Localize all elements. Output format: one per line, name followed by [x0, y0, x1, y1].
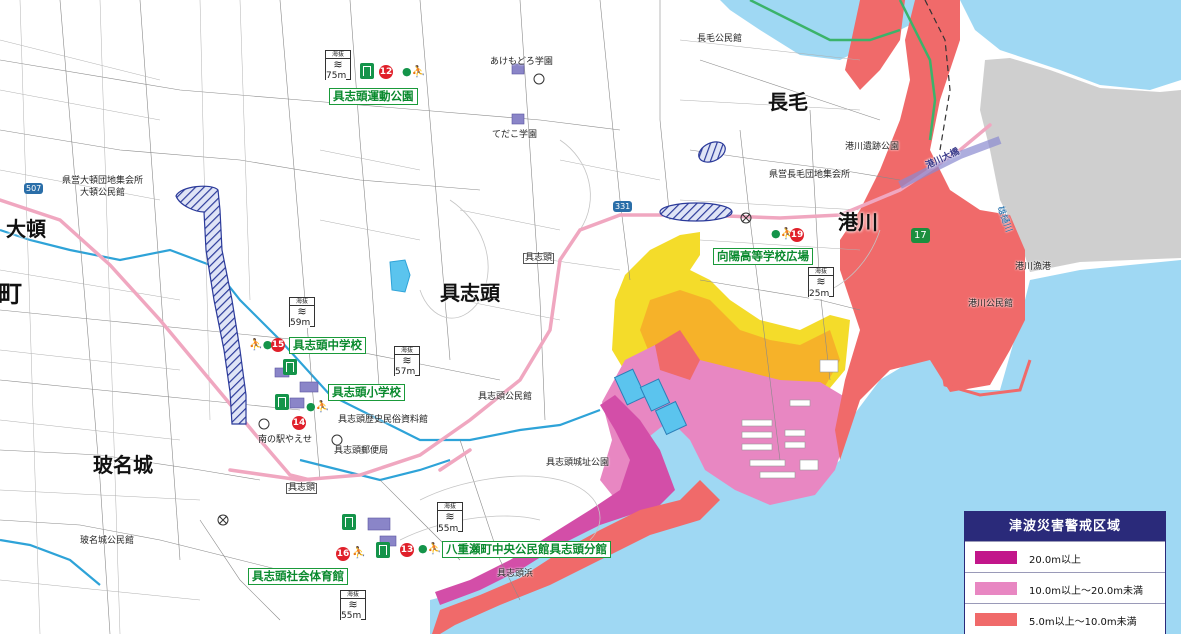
- route-507-shield: 507: [24, 183, 44, 194]
- facility-label-shougakkou[interactable]: 具志頭小学校: [328, 384, 405, 401]
- area-label-gushichan: 具志頭: [440, 281, 500, 305]
- evacuation-person-icon: ⛹●: [249, 338, 273, 351]
- wave-icon: ≋: [297, 305, 307, 318]
- route-331-shield: 331: [613, 201, 633, 212]
- legend-row: 5.0m以上～10.0m未満: [965, 603, 1165, 634]
- evacuation-number-badge: 16: [336, 547, 350, 561]
- place-kenei-nagake: 県営長毛団地集会所: [769, 170, 851, 180]
- legend-label: 10.0m以上～20.0m未満: [1029, 586, 1144, 597]
- place-rekishi-shiryoukan: 具志頭歴史民俗資料館: [338, 415, 429, 425]
- route-17-shield: 17: [911, 228, 930, 243]
- evacuation-site-icon: [360, 63, 374, 79]
- facility-label-kouminkan-bunkan[interactable]: 八重瀬町中央公民館具志頭分館: [442, 541, 611, 558]
- wave-icon: ≋: [402, 354, 412, 367]
- evacuation-person-icon: ●⛹: [402, 65, 426, 78]
- evacuation-site-icon: [275, 394, 289, 410]
- evacuation-number-badge: 19: [790, 228, 804, 242]
- facility-label-chuugakkou[interactable]: 具志頭中学校: [289, 337, 366, 354]
- evacuation-site-icon: [342, 514, 356, 530]
- place-minatogawa-iseki: 港川遺跡公園: [845, 142, 900, 152]
- evacuation-site-icon: [376, 542, 390, 558]
- wave-icon: ≋: [348, 598, 358, 611]
- legend-title: 津波災害警戒区域: [965, 512, 1165, 541]
- area-label-ooshiomi: 大頓: [6, 217, 46, 241]
- legend-swatch: [975, 551, 1017, 564]
- area-label-minatogawa: 港川: [838, 210, 878, 234]
- pond: [389, 259, 411, 293]
- area-label-nagake: 長毛: [768, 90, 808, 114]
- area-label-hanashiro: 玻名城: [93, 453, 153, 477]
- place-nagake-kouminkan: 長毛公民館: [697, 34, 743, 44]
- wave-icon: ≋: [445, 510, 455, 523]
- facility-label-kouyou-koukou[interactable]: 向陽高等学校広場: [713, 248, 813, 265]
- bus-stop-label: 具志頭: [523, 253, 555, 264]
- place-akemodoro: あけもどろ学園: [490, 57, 553, 67]
- place-yuubinkyoku: 具志頭郵便局: [334, 446, 389, 456]
- elevation-value: 25m: [809, 289, 830, 299]
- evacuation-number-badge: 15: [271, 338, 285, 352]
- place-hanashiro-kouminkan: 玻名城公民館: [80, 536, 135, 546]
- evacuation-person-icon: ●⛹: [306, 400, 330, 413]
- legend-label: 5.0m以上～10.0m未満: [1029, 617, 1137, 628]
- place-minatogawa-gyokou: 港川漁港: [1015, 262, 1052, 272]
- place-kenei-ooshiomi: 県営大頓団地集会所: [62, 176, 144, 186]
- area-label-edge: 町: [0, 280, 22, 308]
- elevation-value: 55m: [438, 524, 459, 534]
- place-ooshiomi-kouminkan: 大頓公民館: [80, 188, 126, 198]
- place-gushichan-hama: 具志頭浜: [497, 569, 534, 579]
- place-minatogawa-kouminkan: 港川公民館: [968, 299, 1014, 309]
- evacuation-person-icon: ⛹: [352, 546, 366, 559]
- place-joushi: 具志頭城址公園: [546, 458, 610, 468]
- elevation-value: 59m: [290, 318, 311, 328]
- evacuation-number-badge: 14: [292, 416, 306, 430]
- facility-label-taiikukan[interactable]: 具志頭社会体育館: [248, 568, 348, 585]
- evacuation-person-icon: ●⛹: [418, 542, 442, 555]
- legend-swatch: [975, 613, 1017, 626]
- evacuation-number-badge: 12: [379, 65, 393, 79]
- place-gushichan-kouminkan: 具志頭公民館: [478, 392, 533, 402]
- facility-label-undou-kouen[interactable]: 具志頭運動公園: [329, 88, 418, 105]
- elevation-value: 55m: [341, 611, 362, 621]
- elevation-value: 75m: [326, 71, 347, 81]
- legend-swatch: [975, 582, 1017, 595]
- evacuation-number-badge: 13: [400, 543, 414, 557]
- tsunami-hazard-map[interactable]: 長毛 港川 大頓 具志頭 玻名城 町 長毛公民館 あけもどろ学園 てだこ学園 港…: [0, 0, 1181, 634]
- place-michinoeki: 南の駅やえせ: [258, 435, 313, 445]
- bus-stop-label-2: 具志頭: [286, 483, 318, 494]
- legend-label: 20.0m以上: [1029, 555, 1082, 566]
- elevation-value: 57m: [395, 367, 416, 377]
- place-tedako: てだこ学園: [492, 130, 538, 140]
- wave-icon: ≋: [333, 58, 343, 71]
- legend-row: 20.0m以上: [965, 541, 1165, 572]
- legend-row: 10.0m以上～20.0m未満: [965, 572, 1165, 603]
- wave-icon: ≋: [816, 275, 826, 288]
- legend: 津波災害警戒区域 20.0m以上 10.0m以上～20.0m未満 5.0m以上～…: [964, 511, 1166, 634]
- evacuation-site-icon: [283, 359, 297, 375]
